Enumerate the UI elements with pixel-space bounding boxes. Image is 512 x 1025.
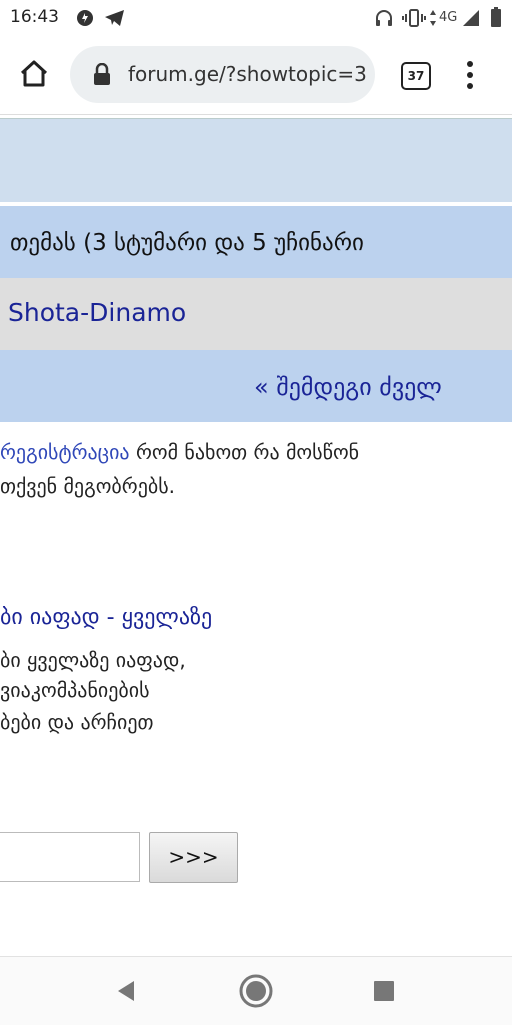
register-prompt-text: რომ ნახოთ რა მოსწონ bbox=[129, 440, 360, 464]
next-older-topic-link[interactable]: « შემდეგი ძველ bbox=[254, 373, 442, 401]
go-button[interactable]: >>> bbox=[149, 832, 238, 883]
ad-text-line: ვიაკომპანიების bbox=[0, 678, 150, 702]
battery-icon bbox=[490, 7, 502, 28]
forum-header-band bbox=[0, 118, 512, 203]
back-icon[interactable] bbox=[114, 979, 138, 1003]
home-nav-icon[interactable] bbox=[238, 973, 274, 1009]
ad-title-link[interactable]: ბი იაფად - ყველაზე bbox=[0, 605, 212, 630]
system-nav-bar bbox=[0, 956, 512, 1025]
network-type-label: 4G bbox=[439, 10, 458, 25]
vibrate-icon bbox=[402, 8, 426, 28]
jump-input[interactable] bbox=[0, 832, 140, 882]
register-prompt-line2: თქვენ მეგობრებს. bbox=[0, 474, 176, 498]
home-icon[interactable] bbox=[18, 58, 50, 90]
register-prompt: რეგისტრაცია რომ ნახოთ რა მოსწონ bbox=[0, 440, 359, 464]
recents-icon[interactable] bbox=[372, 979, 396, 1003]
ad-text-line: ბი ყველაზე იაფად, bbox=[0, 648, 186, 672]
headphones-icon bbox=[374, 8, 394, 28]
notification-app-icon bbox=[76, 9, 94, 27]
data-arrows-icon bbox=[429, 9, 437, 27]
online-users-text: თემას (3 სტუმარი და 5 უჩინარი bbox=[10, 230, 364, 256]
tab-switcher-button[interactable]: 37 bbox=[401, 62, 431, 90]
url-text: forum.ge/?showtopic=3 bbox=[128, 62, 367, 86]
ad-text-line: ბები და არჩიეთ bbox=[0, 710, 154, 734]
register-link[interactable]: რეგისტრაცია bbox=[0, 440, 130, 464]
more-options-icon[interactable] bbox=[458, 58, 482, 92]
status-bar: 16:43 4G bbox=[0, 0, 512, 36]
signal-icon bbox=[462, 9, 480, 27]
user-link[interactable]: Shota-Dinamo bbox=[8, 298, 186, 327]
url-bar[interactable]: forum.ge/?showtopic=3 bbox=[70, 46, 375, 103]
telegram-icon bbox=[104, 9, 126, 27]
browser-toolbar: forum.ge/?showtopic=3 37 bbox=[0, 36, 512, 115]
status-time: 16:43 bbox=[10, 7, 59, 27]
lock-icon bbox=[92, 63, 112, 85]
